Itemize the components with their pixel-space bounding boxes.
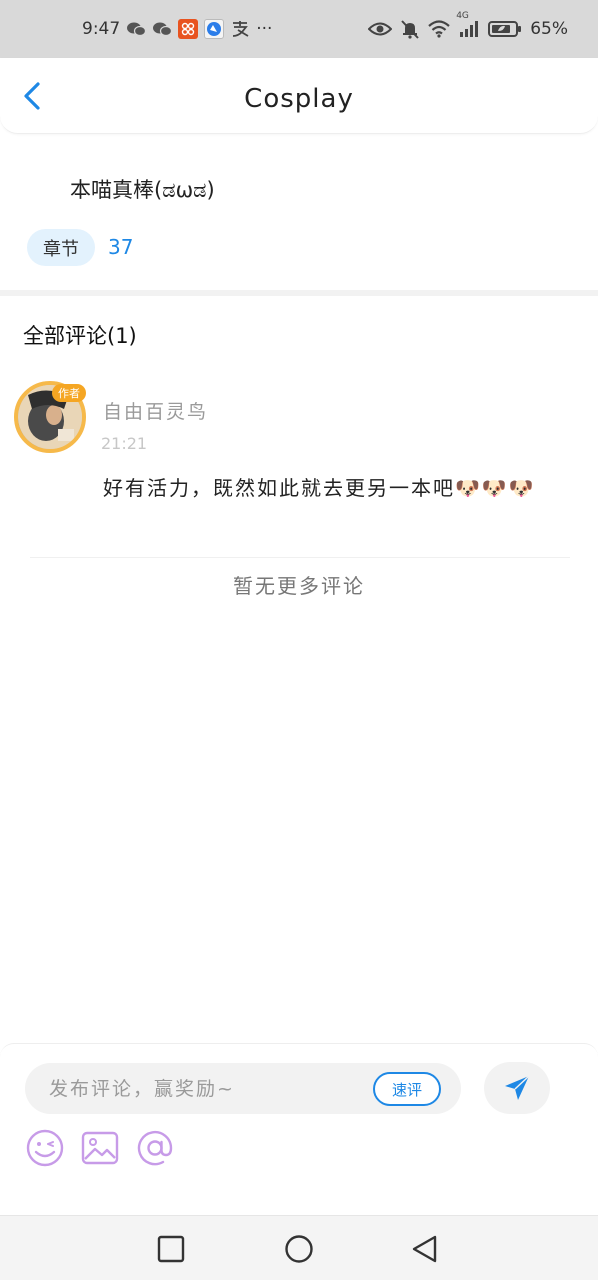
triangle-back-icon [412,1235,437,1263]
comment-divider [30,557,570,558]
app-red-icon [178,19,199,39]
section-divider [0,290,598,296]
send-button[interactable] [484,1062,550,1114]
quick-comment-button[interactable]: 速评 [373,1072,441,1106]
wifi-icon [428,20,450,38]
network-type: 4G [456,11,469,21]
system-nav-bar [0,1215,598,1280]
wechat-icon [126,21,147,37]
signal-icon: 4G [456,11,480,38]
eye-icon [368,21,393,37]
comment-time: 21:21 [101,434,148,453]
status-bar-right: 4G 65% [368,0,568,58]
circle-icon [285,1235,313,1263]
mute-bell-icon [400,19,420,39]
mention-icon[interactable] [135,1128,175,1168]
recent-apps-button[interactable] [156,1234,186,1264]
emoji-icon[interactable] [25,1128,65,1168]
author-badge: 作者 [52,384,86,402]
status-more-indicator: ··· [256,19,273,39]
commenter-name[interactable]: 自由百灵鸟 [103,397,208,424]
status-bar-left: 9:47 ··· [82,0,272,58]
comments-heading: 全部评论(1) [23,324,137,348]
battery-level: 65% [530,19,568,39]
chapter-label-pill[interactable]: 章节 [27,229,95,266]
no-more-comments: 暂无更多评论 [233,574,365,598]
app-blue-icon [204,19,225,39]
send-icon [505,1075,530,1100]
work-subtitle: 本喵真棒(ಡωಡ) [70,178,215,202]
status-time: 9:47 [82,19,121,39]
image-icon[interactable] [80,1128,120,1168]
comment-text[interactable]: 好有活力，既然如此就去更另一本吧🐶🐶🐶 [103,470,563,506]
alipay-icon [230,20,250,38]
battery-icon [488,20,522,38]
square-icon [157,1235,185,1263]
page-title: Cosplay [244,84,354,114]
back-nav-button[interactable] [410,1234,440,1264]
title-bar: Cosplay [0,58,598,134]
home-button[interactable] [284,1234,314,1264]
wechat-icon [152,21,173,37]
status-bar: 9:47 ··· 4G 65% [0,0,598,58]
chapter-count[interactable]: 37 [108,235,133,259]
